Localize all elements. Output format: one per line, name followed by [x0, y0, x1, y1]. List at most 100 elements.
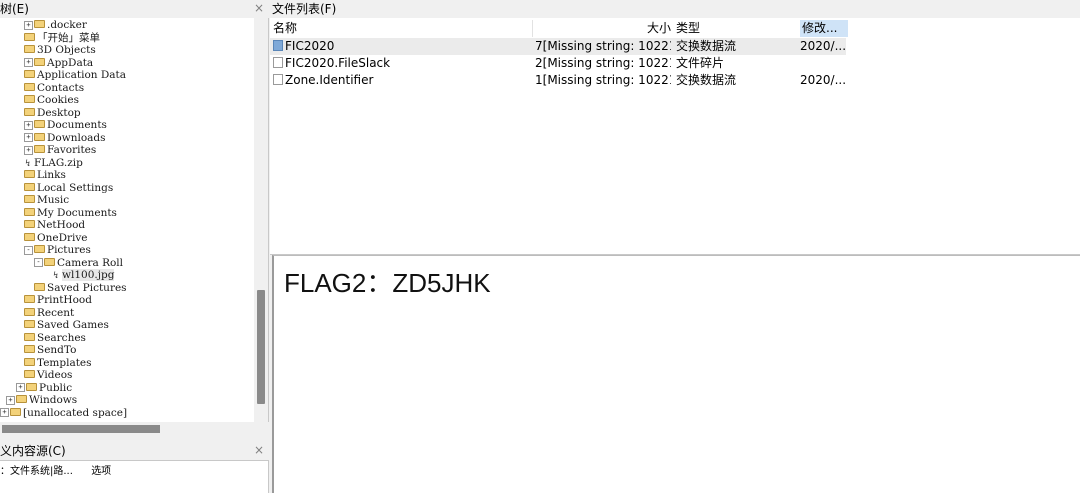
source-panel: ：文件系统|路... 选项 [0, 460, 269, 493]
tree-item[interactable]: + Documents [24, 119, 107, 132]
tree-vertical-scroll-thumb[interactable] [257, 290, 265, 404]
folder-icon [34, 132, 45, 141]
tree-item-label: OneDrive [37, 231, 88, 244]
tree-item[interactable]: Application Data [24, 69, 126, 82]
folder-icon [34, 20, 45, 28]
tree-item[interactable]: - Camera Roll [34, 257, 123, 270]
tree-item[interactable]: Music [24, 194, 69, 207]
tree-item[interactable]: PrintHood [24, 294, 92, 307]
column-header-type[interactable]: 类型 [676, 20, 796, 37]
file-list-header: 文件列表(F) [272, 0, 1080, 18]
tree-item[interactable]: Cookies [24, 94, 79, 107]
collapse-icon[interactable]: - [34, 258, 43, 267]
expand-icon[interactable]: + [24, 145, 33, 155]
file-size-cell: 7[Missing string: 10221] [535, 39, 671, 53]
source-column-options[interactable]: 选项 [91, 464, 191, 480]
column-divider[interactable] [532, 20, 533, 37]
tree-item-label: Saved Games [37, 319, 109, 331]
tree-item[interactable]: + Downloads [24, 132, 106, 145]
tree-item[interactable]: Searches [24, 332, 86, 345]
tree-item-label: Favorites [47, 144, 97, 156]
expand-icon[interactable]: + [24, 20, 33, 30]
tree-item[interactable]: OneDrive [24, 232, 88, 245]
tree-item[interactable]: Saved Pictures [34, 282, 127, 295]
tree-item-label: Videos [37, 369, 73, 381]
folder-icon [24, 232, 35, 241]
tree-item[interactable]: ↯ FLAG.zip [24, 157, 83, 170]
file-list-row[interactable]: FIC2020 7[Missing string: 10221] 交换数据流 2020… [270, 38, 846, 55]
tree-item[interactable]: Videos [24, 369, 72, 382]
folder-icon [34, 120, 45, 128]
source-column-path[interactable]: ：文件系统|路... [0, 464, 88, 480]
column-header-name[interactable]: 名称 [273, 20, 533, 37]
folder-icon [24, 170, 35, 178]
expand-icon[interactable]: + [0, 408, 9, 417]
tree-item[interactable]: + Windows [6, 394, 77, 407]
tree-item-label: Templates [37, 356, 92, 369]
tree-item[interactable]: + AppData [24, 57, 93, 70]
tree-item[interactable]: - Pictures [24, 244, 91, 257]
tree-item-label: .docker [47, 19, 87, 31]
content-viewer[interactable]: FLAG2：ZD5JHK [272, 255, 1080, 493]
folder-icon [34, 282, 45, 291]
file-name-text: FIC2020 [285, 39, 335, 53]
tree-item[interactable]: SendTo [24, 344, 76, 357]
folder-icon [24, 295, 35, 303]
folder-icon [24, 45, 35, 53]
folder-icon [34, 57, 45, 66]
tree-item-label: Pictures [47, 244, 91, 256]
tree-item-label: Local Settings [37, 181, 114, 194]
tree-item-label: Searches [37, 331, 86, 344]
tree-item[interactable]: + Public [16, 382, 72, 395]
file-name-cell: Zone.Identifier [273, 72, 533, 89]
tree-vertical-scrollbar[interactable] [254, 18, 268, 422]
expand-icon[interactable]: + [24, 133, 33, 142]
tree-item[interactable]: ↯ wl100.jpg [52, 269, 115, 282]
file-list-row[interactable]: FIC2020.FileSlack 2[Missing string: 10221… [270, 55, 846, 72]
tree-panel-close-icon[interactable]: × [254, 0, 264, 16]
tree-item[interactable]: + [unallocated space] [0, 407, 127, 420]
folder-icon [24, 307, 35, 316]
tree-horizontal-scrollbar[interactable] [0, 422, 268, 436]
tree-item[interactable]: Saved Games [24, 319, 109, 332]
folder-icon [24, 207, 35, 216]
tree-item-label: PrintHood [37, 294, 92, 306]
expand-icon[interactable]: + [24, 120, 33, 130]
tree-panel-title: 树(E) [0, 2, 29, 16]
folder-icon [24, 332, 35, 341]
tree-item[interactable]: My Documents [24, 207, 117, 220]
tree-horizontal-scroll-thumb[interactable] [2, 425, 160, 433]
collapse-icon[interactable]: - [24, 245, 33, 255]
expand-icon[interactable]: + [6, 395, 15, 405]
file-name-cell: FIC2020.FileSlack [273, 55, 533, 72]
tree-item[interactable]: NetHood [24, 219, 85, 232]
expand-icon[interactable]: + [24, 58, 33, 67]
file-type-cell: 交换数据流 [676, 39, 737, 53]
column-header-size[interactable]: 大小 [535, 20, 671, 37]
tree-item[interactable]: Links [24, 169, 66, 182]
file-type-cell: 交换数据流 [676, 73, 737, 87]
tree-item[interactable]: + .docker [24, 19, 87, 32]
tree-item[interactable]: 「开始」菜单 [24, 32, 100, 45]
file-list-row[interactable]: Zone.Identifier 1[Missing string: 10221] 交… [270, 72, 846, 89]
tree-item[interactable]: 3D Objects [24, 44, 96, 57]
tree-item-label: Recent [37, 306, 75, 319]
tree-item[interactable]: + Favorites [24, 144, 96, 157]
source-panel-close-icon[interactable]: × [254, 442, 264, 458]
folder-icon [24, 32, 35, 41]
tree-item[interactable]: Desktop [24, 107, 81, 120]
folder-icon [24, 107, 35, 116]
file-icon [273, 40, 283, 51]
tree-item[interactable]: Recent [24, 307, 74, 320]
file-list-column-headers: 名称 大小 类型 修改... [270, 20, 850, 37]
file-type-cell: 文件碎片 [676, 56, 725, 70]
tree-item[interactable]: Templates [24, 357, 92, 370]
tree-item[interactable]: Local Settings [24, 182, 113, 195]
expand-icon[interactable]: + [16, 383, 25, 392]
tree-item[interactable]: Contacts [24, 82, 84, 95]
folder-icon [26, 382, 37, 391]
tree-item-label: Saved Pictures [47, 281, 127, 294]
column-header-modified[interactable]: 修改... [800, 20, 848, 37]
file-size-cell: 2[Missing string: 10221] [535, 56, 671, 70]
tree-item-label: Documents [47, 119, 107, 131]
